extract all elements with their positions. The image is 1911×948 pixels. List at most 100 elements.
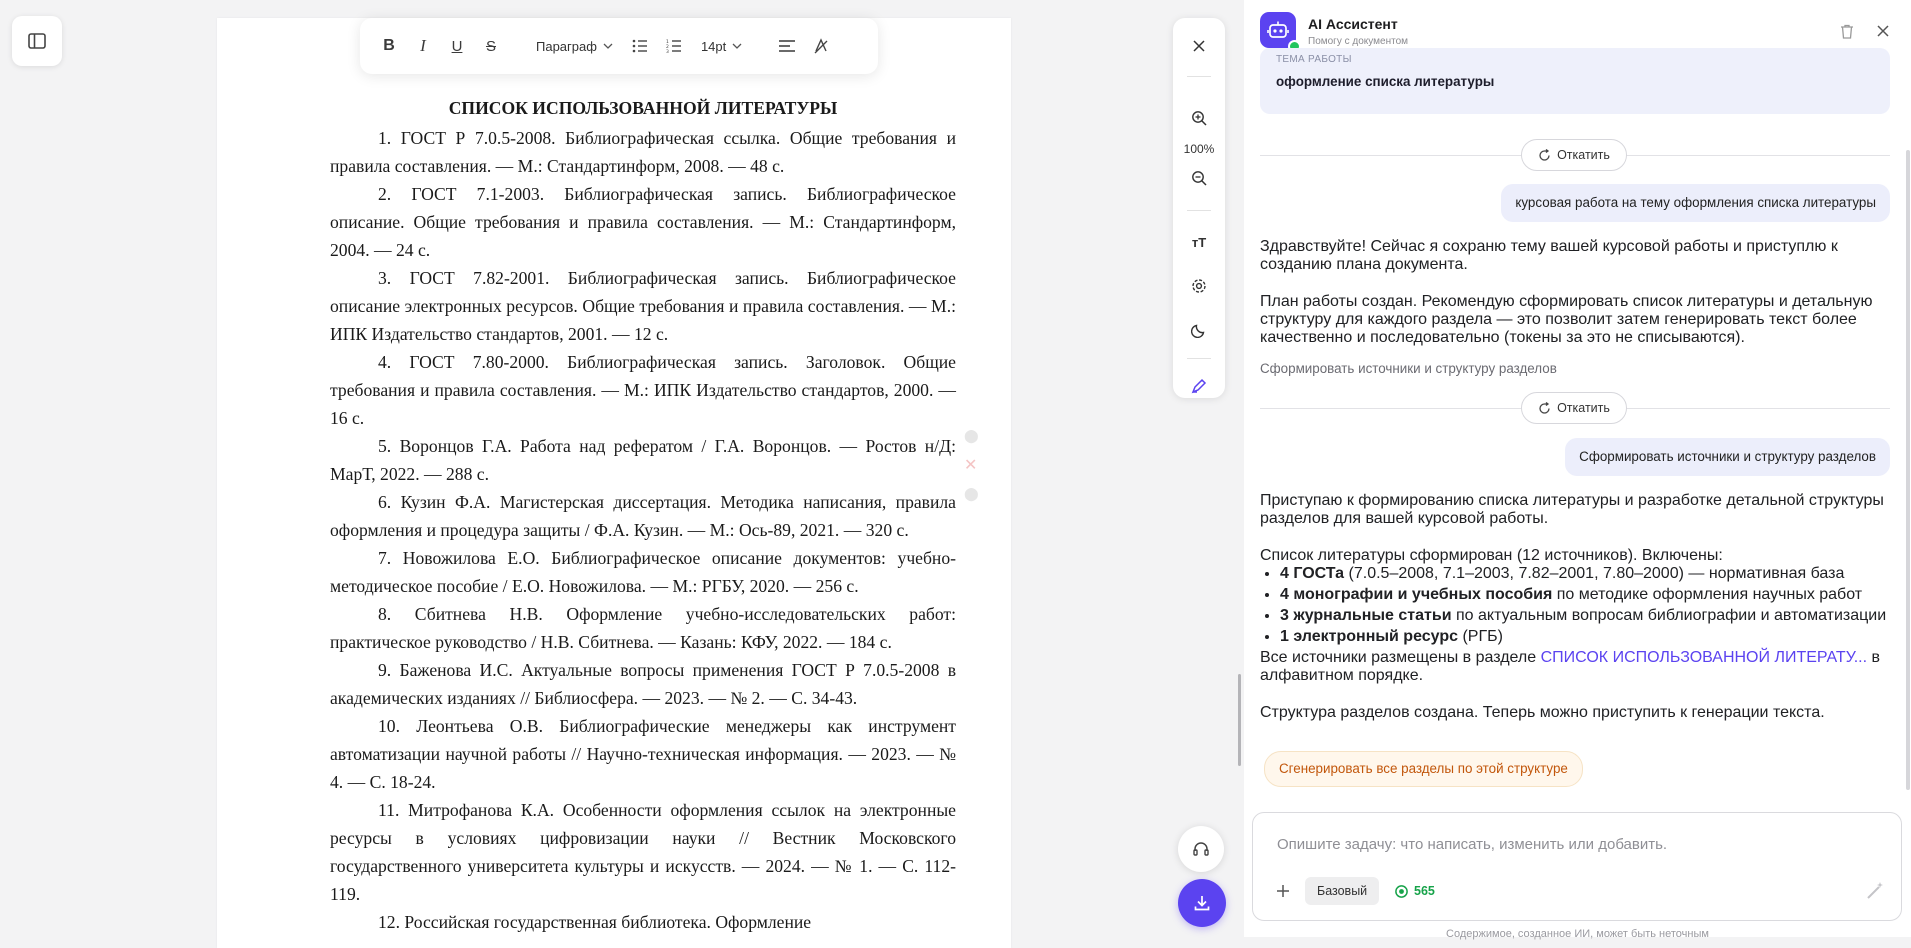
support-button[interactable] <box>1178 826 1224 872</box>
svg-text:3: 3 <box>666 49 669 53</box>
refresh-icon <box>1538 148 1551 162</box>
topic-label: ТЕМА РАБОТЫ <box>1276 54 1352 65</box>
bold-icon: B <box>383 37 395 54</box>
reference-item: 12. Российская государственная библиотек… <box>378 912 812 932</box>
download-icon <box>1193 894 1211 912</box>
ai-disclaimer: Содержимое, созданное ИИ, может быть нет… <box>1446 928 1709 940</box>
dark-mode-button[interactable] <box>1185 316 1213 344</box>
clear-format-button[interactable] <box>806 29 836 63</box>
reference-item: 11. Митрофанова К.А. Особенности оформле… <box>330 800 956 904</box>
sidebar-toggle-button[interactable] <box>12 16 62 66</box>
clear-format-icon <box>813 38 829 54</box>
pen-icon <box>1191 378 1207 394</box>
rollback-row: Откатить <box>1260 138 1890 172</box>
close-icon <box>1193 40 1205 52</box>
section-link[interactable]: СПИСОК ИСПОЛЬЗОВАННОЙ ЛИТЕРАТУ... <box>1541 649 1867 666</box>
message-text: Приступаю к формированию списка литерату… <box>1260 492 1884 527</box>
list-item: 4 монографии и учебных пособия по методи… <box>1280 586 1890 604</box>
mode-select[interactable]: Базовый <box>1305 877 1380 905</box>
reference-item: 3. ГОСТ 7.82-2001. Библиографическая зап… <box>330 268 956 344</box>
numbered-list-icon: 123 <box>666 39 682 53</box>
align-icon <box>779 40 796 52</box>
generate-sections-button[interactable]: Сгенерировать все разделы по этой структ… <box>1264 751 1583 787</box>
chat-input-box: Базовый 565 <box>1252 812 1902 921</box>
download-button[interactable] <box>1178 879 1226 927</box>
trash-icon <box>1840 24 1854 39</box>
zoom-level: 100% <box>1183 142 1215 156</box>
topic-value: оформление списка литературы <box>1276 74 1495 89</box>
assistant-title: AI Ассистент <box>1308 16 1398 32</box>
document-body[interactable]: СПИСОК ИСПОЛЬЗОВАННОЙ ЛИТЕРАТУРЫ 1. ГОСТ… <box>330 94 956 936</box>
bold-button[interactable]: B <box>374 29 404 63</box>
gear-icon <box>1191 278 1207 294</box>
paragraph-style-select[interactable]: Параграф <box>528 29 621 63</box>
send-button[interactable] <box>1861 877 1889 905</box>
magic-wand-icon <box>1865 881 1885 901</box>
zoom-out-button[interactable] <box>1185 164 1213 192</box>
chat-input[interactable] <box>1275 831 1839 857</box>
reference-item: 2. ГОСТ 7.1-2003. Библиографическая запи… <box>330 184 956 260</box>
ai-pen-button[interactable] <box>1185 372 1213 400</box>
italic-icon: I <box>420 36 426 55</box>
sources-summary-list: 4 ГОСТа (7.0.5–2008, 7.1–2003, 7.82–2001… <box>1260 565 1890 646</box>
close-document-button[interactable] <box>1185 32 1213 60</box>
attach-button[interactable] <box>1271 879 1295 903</box>
chat-scrollbar[interactable] <box>1906 150 1910 790</box>
list-item: 3 журнальные статьи по актуальным вопрос… <box>1280 607 1890 625</box>
sidebar-toggle-icon <box>28 33 46 49</box>
reference-item: 10. Леонтьева О.В. Библиографические мен… <box>330 716 956 792</box>
margin-delete-icon[interactable]: ✕ <box>964 455 977 475</box>
message-text: Все источники размещены в разделе СПИСОК… <box>1260 649 1881 684</box>
bullet-list-button[interactable] <box>625 29 655 63</box>
reference-item: 5. Воронцов Г.А. Работа над рефератом / … <box>330 436 956 484</box>
strikethrough-icon: S <box>485 37 496 55</box>
chevron-down-icon <box>732 43 742 49</box>
close-assistant-button[interactable] <box>1872 20 1894 42</box>
document-page[interactable]: СПИСОК ИСПОЛЬЗОВАННОЙ ЛИТЕРАТУРЫ 1. ГОСТ… <box>217 18 1011 948</box>
list-item: 4 ГОСТа (7.0.5–2008, 7.1–2003, 7.82–2001… <box>1280 565 1890 583</box>
zoom-out-icon <box>1191 170 1207 186</box>
rollback-row: Откатить <box>1260 391 1890 425</box>
rollback-button[interactable]: Откатить <box>1521 392 1627 424</box>
strikethrough-button[interactable]: S <box>476 29 506 63</box>
paragraph-style-label: Параграф <box>536 38 597 54</box>
user-message: курсовая работа на тему оформления списк… <box>1501 184 1890 222</box>
text-size-button[interactable]: тT <box>1185 228 1213 256</box>
message-text: Здравствуйте! Сейчас я сохраню тему ваше… <box>1260 238 1838 273</box>
zoom-in-button[interactable] <box>1185 104 1213 132</box>
assistant-message: Приступаю к формированию списка литерату… <box>1260 492 1890 722</box>
zoom-in-icon <box>1191 110 1207 126</box>
message-text: План работы создан. Рекомендую сформиров… <box>1260 293 1873 346</box>
font-size-select[interactable]: 14pt <box>693 29 750 63</box>
formatting-toolbar: B I U S Параграф 123 14pt <box>360 18 878 74</box>
list-item: 1 электронный ресурс (РГБ) <box>1280 628 1890 646</box>
font-size-label: 14pt <box>700 38 727 54</box>
numbered-list-button[interactable]: 123 <box>659 29 689 63</box>
align-button[interactable] <box>772 29 802 63</box>
plus-icon <box>1276 884 1290 898</box>
close-icon <box>1877 25 1889 37</box>
reference-item: 9. Баженова И.С. Актуальные вопросы прим… <box>330 660 956 708</box>
rollback-button[interactable]: Откатить <box>1521 139 1627 171</box>
reference-item: 8. Сбитнева Н.В. Оформление учебно-иссле… <box>330 604 956 652</box>
assistant-subtitle: Помогу с документом <box>1308 36 1409 47</box>
settings-button[interactable] <box>1185 272 1213 300</box>
margin-handle-icon[interactable]: ⬤ <box>964 428 979 444</box>
refresh-icon <box>1538 401 1551 415</box>
clear-chat-button[interactable] <box>1836 20 1858 42</box>
suggestion-link[interactable]: Сформировать источники и структуру разде… <box>1260 361 1557 376</box>
document-heading: СПИСОК ИСПОЛЬЗОВАННОЙ ЛИТЕРАТУРЫ <box>448 98 838 118</box>
font-size-icon: тT <box>1191 234 1207 250</box>
italic-button[interactable]: I <box>408 29 438 63</box>
chevron-down-icon <box>603 43 613 49</box>
panel-resize-handle[interactable] <box>1238 674 1241 766</box>
token-balance: 565 <box>1395 877 1435 905</box>
message-text: Структура разделов создана. Теперь можно… <box>1260 704 1825 721</box>
assistant-message: Здравствуйте! Сейчас я сохраню тему ваше… <box>1260 238 1890 347</box>
margin-handle-icon[interactable]: ⬤ <box>964 486 979 502</box>
token-count: 565 <box>1414 884 1435 898</box>
user-message: Сформировать источники и структуру разде… <box>1565 438 1890 476</box>
headset-icon <box>1192 840 1210 858</box>
reference-item: 6. Кузин Ф.А. Магистерская диссертация. … <box>330 492 956 540</box>
underline-button[interactable]: U <box>442 29 472 63</box>
